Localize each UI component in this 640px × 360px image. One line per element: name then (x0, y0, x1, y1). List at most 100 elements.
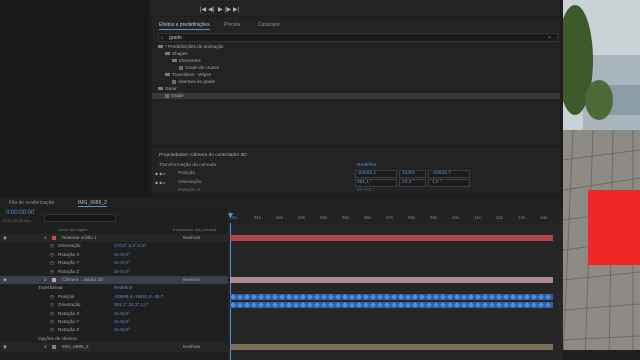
layer-duration-bar[interactable] (230, 344, 553, 351)
layer-number: 3 (44, 344, 47, 350)
property-value[interactable]: -20693,4,-15401,6,-45,7 (114, 294, 163, 299)
previous-frame-button[interactable]: ◀| (208, 6, 214, 13)
orientation-x[interactable]: 351,1 ° (357, 180, 372, 185)
property-row[interactable]: ◷ Rotação X 0x+0,0° (0, 310, 228, 318)
visibility-eye-icon[interactable]: ◉ (3, 235, 7, 241)
layer-number: 2 (44, 277, 47, 282)
source-name-header[interactable]: Nome da origem (58, 227, 88, 232)
layer-color-swatch[interactable] (52, 236, 56, 240)
tree-item-label: Gerar (165, 86, 177, 91)
stopwatch-icon[interactable]: ◷ (50, 319, 54, 325)
stopwatch-icon[interactable]: ◷ (50, 252, 54, 258)
last-frame-button[interactable]: ▶| (233, 6, 239, 13)
ruler-tick-label: 13s (518, 215, 526, 220)
property-row[interactable]: ◷ Orientação 351,1°,24,3°,1,0° (0, 301, 228, 309)
stopwatch-icon[interactable]: ◷ (50, 260, 54, 266)
expand-arrows-icon[interactable]: ◆ ◆ ▸ (155, 180, 165, 185)
tree-folder[interactable]: Gerar (158, 86, 177, 91)
fps-readout: 0:00 (30,00 fps) (3, 218, 32, 223)
ruler-tick-label: 02s (276, 215, 284, 220)
reset-link[interactable]: Redefinir (357, 163, 376, 168)
position-y[interactable]: 15401 (402, 171, 415, 176)
row-name: Orientação (58, 243, 81, 249)
property-value[interactable]: Redefinir (114, 285, 132, 290)
orientation-z[interactable]: 1,0 ° (432, 180, 442, 185)
next-frame-button[interactable]: |▶ (225, 6, 231, 13)
property-row[interactable]: ◷ Rotação Y 0x+0,0° (0, 318, 228, 326)
position-x[interactable]: -20693,4 (357, 171, 376, 176)
row-name: Rotação X (58, 251, 80, 257)
effects-search-input[interactable]: ⌕ grade × (158, 33, 558, 42)
property-row[interactable]: ◷ Orientação 270,0°,0,0°,0,0° (0, 242, 228, 250)
property-row[interactable]: ◷ Rotação X 0x+0,0° (0, 251, 228, 259)
property-value[interactable]: 270,0°,0,0°,0,0° (114, 243, 146, 248)
property-value[interactable]: 0x+0,0° (114, 311, 130, 316)
property-row[interactable]: Opções de câmera (0, 335, 228, 343)
layer-color-swatch[interactable] (52, 278, 56, 282)
stopwatch-icon[interactable]: ◷ (50, 243, 54, 249)
tree-folder[interactable]: * Predefinições de animação (158, 44, 223, 49)
position-z[interactable]: -44545,7 (432, 171, 451, 176)
layer-row[interactable]: ◉ 2 Nenhum Câmera ...olador 3D (0, 276, 228, 285)
composition-preview[interactable] (563, 0, 640, 360)
visibility-eye-icon[interactable]: ◉ (3, 344, 7, 350)
parent-dropdown[interactable]: Nenhum (183, 235, 200, 240)
property-value[interactable]: 351,1°,24,3°,1,0° (114, 302, 149, 307)
tab-effects-presets[interactable]: Efeitos e predefinições (159, 22, 210, 30)
property-value[interactable]: 0x+0,0° (114, 260, 130, 265)
ruler-tick-label: 06s (364, 215, 372, 220)
stopwatch-icon[interactable]: ◷ (50, 311, 54, 317)
parent-header[interactable]: Transformar em principal... (172, 227, 220, 232)
layer-row[interactable]: ◉ 3 Nenhum IMG_6686_2 (0, 343, 228, 352)
property-value[interactable]: 0x+0,0° (114, 252, 130, 257)
ruler-tick-label: 09s (430, 215, 438, 220)
property-row[interactable]: ◷ Posição -20693,4,-15401,6,-45,7 (0, 293, 228, 301)
folder-icon (158, 45, 163, 49)
parent-dropdown[interactable]: Nenhum (183, 344, 200, 349)
stopwatch-icon[interactable]: ◷ (50, 327, 54, 333)
stopwatch-icon[interactable]: ◷ (50, 294, 54, 300)
selected-row-highlight (152, 93, 560, 99)
tree-effect[interactable]: Grade (165, 93, 184, 98)
tab-render-queue[interactable]: Fila de renderização (9, 200, 54, 206)
expand-arrows-icon[interactable]: ◆ ◆ ▸ (155, 171, 165, 176)
tab-composition[interactable]: IMG_6686_2 (78, 200, 107, 207)
property-value[interactable]: 0x+0,0° (114, 269, 130, 274)
layer-duration-bar[interactable] (230, 277, 553, 283)
property-row[interactable]: Transformar Redefinir (0, 284, 228, 292)
property-value[interactable]: 0x+0,0° (114, 327, 130, 332)
play-button[interactable]: ▶ (218, 6, 223, 13)
layer-color-swatch[interactable] (52, 345, 56, 350)
first-frame-button[interactable]: |◀ (200, 6, 206, 13)
timeline-search-input[interactable] (44, 214, 116, 222)
visibility-eye-icon[interactable]: ◉ (3, 277, 7, 283)
orientation-y[interactable]: 24,3 ° (402, 180, 415, 185)
layer-row[interactable]: ◉ 1 Nenhum Rastrear sólido 1 (0, 234, 228, 243)
layer-duration-bar[interactable] (230, 235, 553, 241)
tree-folder[interactable]: Elementos (172, 58, 201, 63)
stopwatch-icon[interactable]: ◷ (50, 302, 54, 308)
property-row[interactable]: ◷ Rotação Z 0x+0,0° (0, 268, 228, 276)
rotation-x-value[interactable]: 0x+0,0 ° (357, 188, 375, 193)
timeline-panel: 0:00:00:00 0:00 (30,00 fps) Nome da orig… (0, 207, 563, 360)
ruler-tick-label: 08s (408, 215, 416, 220)
parent-dropdown[interactable]: Nenhum (183, 277, 200, 282)
tab-brushes[interactable]: Pincéis (224, 22, 240, 28)
folder-icon (165, 73, 170, 77)
row-name: Rastrear sólido 1 (62, 235, 97, 240)
tree-item-label: Grade (171, 93, 184, 98)
tree-folder[interactable]: Transitions - Wipes (165, 72, 211, 77)
playhead[interactable] (230, 223, 231, 360)
layer-transform-label: Transformação da camada (159, 163, 217, 168)
tree-effect[interactable]: Grade de cruzes (179, 65, 219, 70)
property-row[interactable]: ◷ Rotação Z 0x+0,0° (0, 326, 228, 334)
tree-effect[interactable]: Abertura de grade (172, 79, 215, 84)
property-value[interactable]: 0x+0,0° (114, 319, 130, 324)
current-timecode[interactable]: 0:00:00:00 (6, 210, 34, 216)
tab-character[interactable]: Caractere (258, 22, 280, 28)
property-row[interactable]: ◷ Rotação Y 0x+0,0° (0, 259, 228, 267)
stopwatch-icon[interactable]: ◷ (50, 269, 54, 275)
ruler-tick-label: 0s (232, 215, 237, 220)
clear-search-icon[interactable]: × (548, 35, 551, 41)
tree-folder[interactable]: Shapes (165, 51, 188, 56)
